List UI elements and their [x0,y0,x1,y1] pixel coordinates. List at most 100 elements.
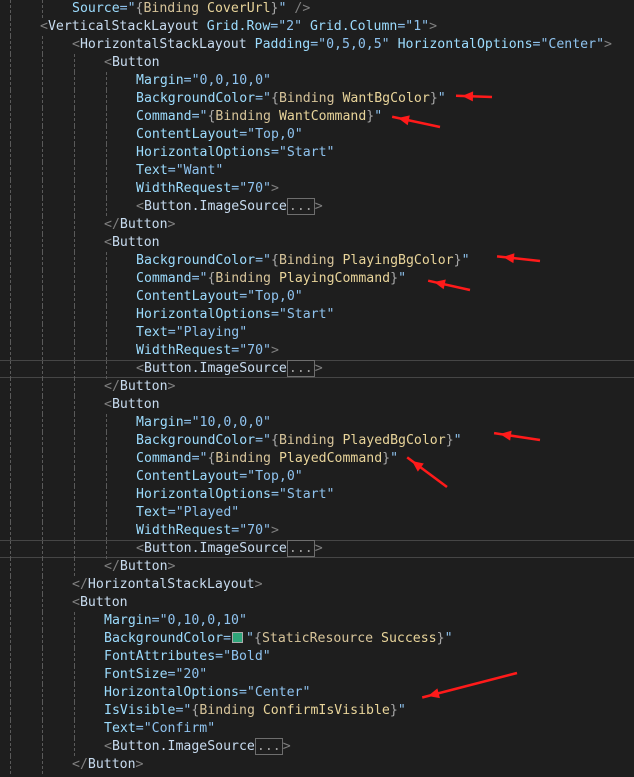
code-line[interactable]: IsVisible="{Binding ConfirmIsVisible}" [0,702,634,720]
attribute-value: ="Center" [238,685,311,700]
indent-guide [10,144,11,162]
code-line[interactable]: WidthRequest="70"> [0,180,634,198]
xaml-code-editor[interactable]: Source="{Binding CoverUrl}" /> <VerticalS… [0,0,634,777]
indent-guide [42,702,43,720]
attribute-name: Command [136,451,192,466]
indent-guide [74,342,75,360]
indent-guide [106,522,107,540]
indent-guide [10,630,11,648]
code-line[interactable]: ContentLayout="Top,0" [0,468,634,486]
code-line[interactable]: <Button.ImageSource... > [0,360,634,379]
code-line[interactable]: </Button> [0,756,634,774]
code-text: ContentLayout="Top,0" [136,468,303,486]
code-line[interactable]: Source="{Binding CoverUrl}" /> [0,0,634,18]
indent-guide [74,558,75,576]
code-line[interactable]: </Button> [0,216,634,234]
attribute-name: Grid.Row [198,19,271,34]
attribute-value: ="10,0,0,0" [183,415,271,430]
code-line[interactable]: Text="Played" [0,504,634,522]
code-line[interactable]: </Button> [0,558,634,576]
code-line[interactable]: HorizontalOptions="Center" [0,684,634,702]
attribute-name: FontAttributes [104,649,216,664]
attribute-value: =" [255,253,271,268]
code-line[interactable]: <Button.ImageSource... > [0,540,634,559]
indent-guide [42,288,43,306]
element-name: Button [111,397,160,412]
collapsed-region-button[interactable]: ... [286,198,315,215]
indent-guide [10,648,11,666]
code-line[interactable]: HorizontalOptions="Start" [0,486,634,504]
code-line[interactable]: HorizontalOptions="Start" [0,306,634,324]
indent-guide [74,198,75,216]
code-line[interactable]: Command="{Binding WantCommand}" [0,108,634,126]
code-line[interactable]: Command="{Binding PlayedCommand}" [0,450,634,468]
attribute-name: WidthRequest [136,181,232,196]
code-line[interactable]: Text="Confirm" [0,720,634,738]
element-name: HorizontalStackLayout [79,37,247,52]
code-text: </Button> [104,558,175,576]
code-line[interactable]: BackgroundColor="{Binding WantBgColor}" [0,90,634,108]
code-line[interactable]: FontAttributes="Bold" [0,648,634,666]
collapsed-region-button[interactable]: ... [286,360,315,377]
indent-guide [10,0,11,18]
code-line[interactable]: <Button [0,594,634,612]
attribute-name: Margin [104,613,152,628]
attribute-value: ="0,5,0,5" [310,37,390,52]
punctuation: > [282,739,291,754]
code-line[interactable]: BackgroundColor="{Binding PlayingBgColor… [0,252,634,270]
code-line[interactable]: BackgroundColor="{Binding PlayedBgColor}… [0,432,634,450]
collapsed-region-button[interactable]: ... [286,540,315,557]
code-line[interactable]: Command="{Binding PlayingCommand}" [0,270,634,288]
indent-guide [74,180,75,198]
code-line[interactable]: <Button [0,234,634,252]
code-line[interactable]: WidthRequest="70"> [0,522,634,540]
indent-guide [74,54,75,72]
code-line[interactable]: <Button.ImageSource... > [0,198,634,216]
code-line[interactable]: <VerticalStackLayout Grid.Row="2" Grid.C… [0,18,634,36]
indent-guide [74,216,75,234]
markup-brace: } [390,271,399,286]
markup-keyword: Binding [278,253,343,268]
indent-guide [74,738,75,756]
indent-guide [42,324,43,342]
code-text: Margin="0,0,10,0" [136,72,271,90]
attribute-value: ="Start" [270,487,335,502]
code-line[interactable]: <HorizontalStackLayout Padding="0,5,0,5"… [0,36,634,54]
code-text: Command="{Binding WantCommand}" [136,108,382,126]
code-line[interactable]: </HorizontalStackLayout> [0,576,634,594]
element-name: HorizontalStackLayout [87,577,255,592]
code-line[interactable]: Margin="0,10,0,10" [0,612,634,630]
code-text: </Button> [104,216,175,234]
markup-brace: } [382,451,391,466]
indent-guide [10,18,11,36]
indent-guide [10,594,11,612]
punctuation: < [104,235,112,250]
code-line[interactable]: HorizontalOptions="Start" [0,144,634,162]
indent-guide [106,162,107,180]
markup-keyword: Binding [143,1,208,16]
indent-guide [10,541,11,559]
code-line[interactable]: WidthRequest="70"> [0,342,634,360]
code-line[interactable]: <Button [0,54,634,72]
attribute-value: ="1" [397,19,430,34]
collapsed-region-button[interactable]: ... [254,738,283,755]
code-line[interactable]: ContentLayout="Top,0" [0,288,634,306]
code-line[interactable]: Margin="10,0,0,0" [0,414,634,432]
indent-guide [10,720,11,738]
code-line[interactable]: ContentLayout="Top,0" [0,126,634,144]
code-line[interactable]: Text="Want" [0,162,634,180]
indent-guide [42,756,43,774]
attribute-value: ="Top,0" [239,289,303,304]
indent-guide [106,468,107,486]
code-line[interactable]: FontSize="20" [0,666,634,684]
indent-guide [106,90,107,108]
indent-guide [10,126,11,144]
code-line[interactable]: Text="Playing" [0,324,634,342]
code-line[interactable]: <Button.ImageSource... > [0,738,634,756]
punctuation: > [270,343,279,358]
code-line[interactable]: <Button [0,396,634,414]
indent-guide [10,432,11,450]
code-line[interactable]: </Button> [0,378,634,396]
code-line[interactable]: Margin="0,0,10,0" [0,72,634,90]
code-line[interactable]: BackgroundColor= "{StaticResource Success… [0,630,634,648]
